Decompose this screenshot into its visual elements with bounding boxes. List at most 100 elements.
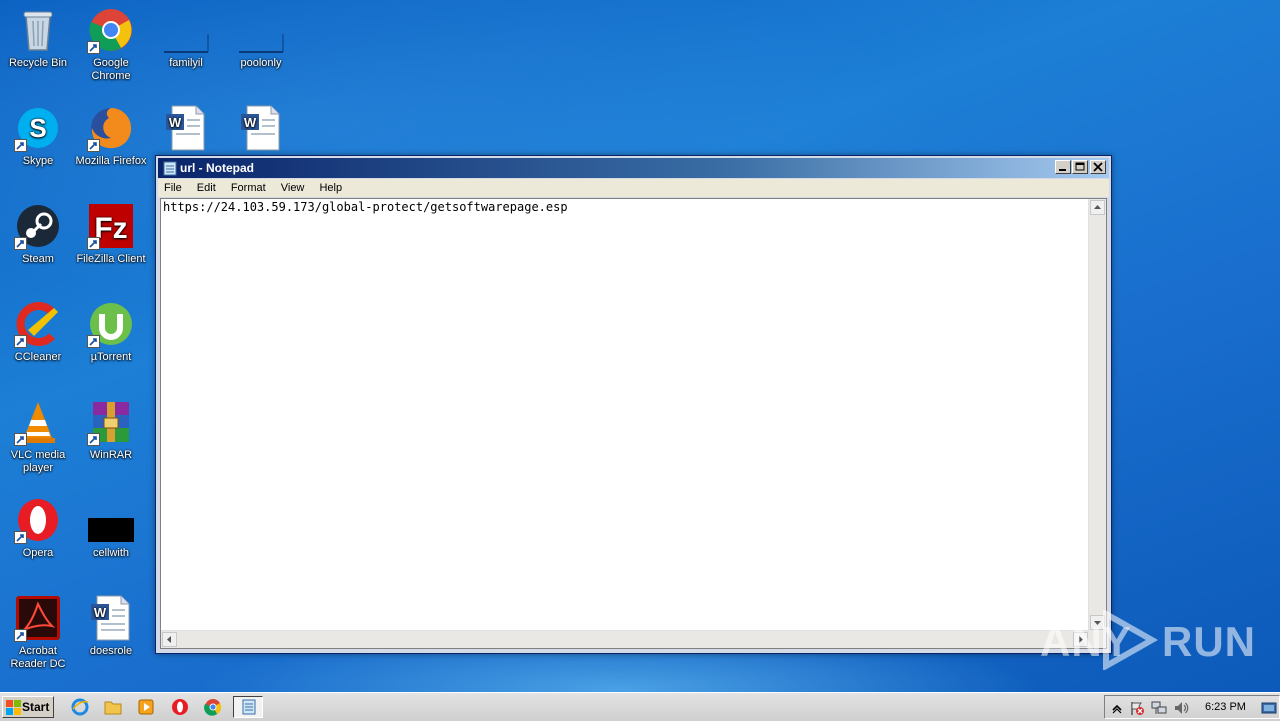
skype-icon: S	[14, 104, 62, 152]
network-icon[interactable]	[1151, 700, 1167, 716]
menu-view[interactable]: View	[275, 179, 311, 194]
watermark: ANY RUN	[1040, 610, 1255, 670]
editor-content[interactable]: https://24.103.59.173/global-protect/get…	[163, 200, 568, 214]
desktop-icon-steam[interactable]: Steam	[0, 202, 76, 266]
opera-icon	[14, 496, 62, 544]
menu-help[interactable]: Help	[313, 179, 348, 194]
horizontal-scrollbar[interactable]	[161, 630, 1089, 648]
action-center-flag-icon[interactable]	[1129, 700, 1145, 716]
svg-text:W: W	[244, 115, 257, 130]
maximize-icon	[1073, 161, 1087, 173]
text-editor[interactable]: https://24.103.59.173/global-protect/get…	[160, 198, 1107, 649]
desktop-icon-doesrole[interactable]: W doesrole	[73, 594, 149, 658]
desktop-icon-label: doesrole	[89, 645, 133, 657]
desktop-icon-label: FileZilla Client	[76, 253, 146, 265]
desktop-icon-skype[interactable]: S Skype	[0, 104, 76, 168]
minimize-icon	[1056, 161, 1070, 173]
desktop-icon-cellwith[interactable]: cellwith	[73, 496, 149, 560]
desktop-icon-label: CCleaner	[14, 351, 62, 363]
shortcut-arrow-icon	[14, 531, 27, 544]
desktop-icon-word-doc-1[interactable]: W	[148, 104, 224, 155]
utorrent-icon	[87, 300, 135, 348]
file-icon	[162, 6, 210, 54]
shortcut-arrow-icon	[14, 629, 27, 642]
volume-icon[interactable]	[1173, 700, 1189, 716]
desktop-icon-label: VLC media player	[10, 449, 66, 474]
desktop-icon-google-chrome[interactable]: Google Chrome	[73, 6, 149, 83]
window-titlebar[interactable]: url - Notepad	[158, 158, 1109, 178]
start-label: Start	[22, 700, 50, 714]
menu-format[interactable]: Format	[225, 179, 272, 194]
maximize-button[interactable]	[1072, 160, 1088, 174]
word-document-icon: W	[87, 594, 135, 642]
desktop-icon-label: Mozilla Firefox	[75, 155, 147, 167]
notepad-window[interactable]: url - Notepad File Edit Format View Help…	[155, 155, 1112, 654]
menu-file[interactable]: File	[158, 179, 188, 194]
taskbar: Start 6:23 PM	[0, 692, 1280, 721]
watermark-text-right: RUN	[1162, 618, 1256, 665]
shortcut-arrow-icon	[87, 139, 100, 152]
desktop-icon-mozilla-firefox[interactable]: Mozilla Firefox	[73, 104, 149, 168]
word-document-icon: W	[237, 104, 285, 152]
close-button[interactable]	[1090, 160, 1106, 174]
scroll-left-button[interactable]	[162, 632, 177, 647]
file-icon	[237, 6, 285, 54]
desktop-icon-label: cellwith	[92, 547, 130, 559]
desktop-icon-label: Steam	[22, 253, 54, 265]
shortcut-arrow-icon	[87, 41, 100, 54]
steam-icon	[14, 202, 62, 250]
chrome-icon	[87, 6, 135, 54]
desktop-icon-label: Acrobat Reader DC	[10, 645, 66, 670]
word-document-icon: W	[162, 104, 210, 152]
taskbar-notepad-button[interactable]	[233, 696, 263, 718]
vertical-scrollbar[interactable]	[1088, 199, 1106, 631]
scroll-up-button[interactable]	[1090, 200, 1105, 215]
opera-icon[interactable]	[171, 698, 189, 716]
shortcut-arrow-icon	[87, 433, 100, 446]
desktop-icon-utorrent[interactable]: µTorrent	[73, 300, 149, 364]
internet-explorer-icon[interactable]	[71, 698, 89, 716]
show-desktop-icon[interactable]	[1261, 700, 1277, 716]
vlc-icon	[14, 398, 62, 446]
media-player-icon[interactable]	[137, 698, 155, 716]
firefox-icon	[87, 104, 135, 152]
desktop-icon-label: poolonly	[240, 57, 282, 69]
window-title: url - Notepad	[180, 161, 254, 175]
desktop-icon-poolonly[interactable]: poolonly	[223, 6, 299, 70]
shortcut-arrow-icon	[14, 139, 27, 152]
desktop-icon-recycle-bin[interactable]: Recycle Bin	[0, 6, 76, 70]
menu-bar: File Edit Format View Help	[158, 179, 1109, 197]
chevron-up-icon[interactable]	[1109, 700, 1125, 716]
desktop-icon-word-doc-2[interactable]: W	[223, 104, 299, 155]
desktop-icon-opera[interactable]: Opera	[0, 496, 76, 560]
ccleaner-icon	[14, 300, 62, 348]
desktop-icon-label: Recycle Bin	[8, 57, 68, 69]
menu-edit[interactable]: Edit	[191, 179, 222, 194]
desktop-icon-label: familyil	[169, 57, 203, 69]
recycle-bin-icon	[14, 6, 62, 54]
shortcut-arrow-icon	[87, 335, 100, 348]
chrome-icon[interactable]	[204, 698, 222, 716]
desktop-icon-label: Google Chrome	[91, 57, 131, 82]
desktop-icon-winrar[interactable]: WinRAR	[73, 398, 149, 462]
desktop-icon-label: WinRAR	[89, 449, 133, 461]
shortcut-arrow-icon	[14, 237, 27, 250]
filezilla-icon: Fz	[87, 202, 135, 250]
explorer-folder-icon[interactable]	[104, 698, 122, 716]
desktop-icon-label: Opera	[22, 547, 54, 559]
desktop-icon-filezilla[interactable]: Fz FileZilla Client	[73, 202, 149, 266]
desktop-icon-label: Skype	[22, 155, 54, 167]
desktop-icon-label: µTorrent	[90, 351, 132, 363]
arrow-up-icon	[1091, 201, 1104, 214]
start-button[interactable]: Start	[2, 696, 54, 718]
desktop-icon-acrobat[interactable]: Acrobat Reader DC	[0, 594, 76, 671]
desktop-icon-ccleaner[interactable]: CCleaner	[0, 300, 76, 364]
desktop-icon-familyil[interactable]: familyil	[148, 6, 224, 70]
desktop-icon-vlc[interactable]: VLC media player	[0, 398, 76, 475]
shortcut-arrow-icon	[87, 237, 100, 250]
close-icon	[1091, 161, 1105, 173]
svg-text:S: S	[29, 113, 46, 143]
clock[interactable]: 6:23 PM	[1205, 701, 1246, 713]
system-tray: 6:23 PM	[1104, 695, 1280, 719]
minimize-button[interactable]	[1055, 160, 1071, 174]
